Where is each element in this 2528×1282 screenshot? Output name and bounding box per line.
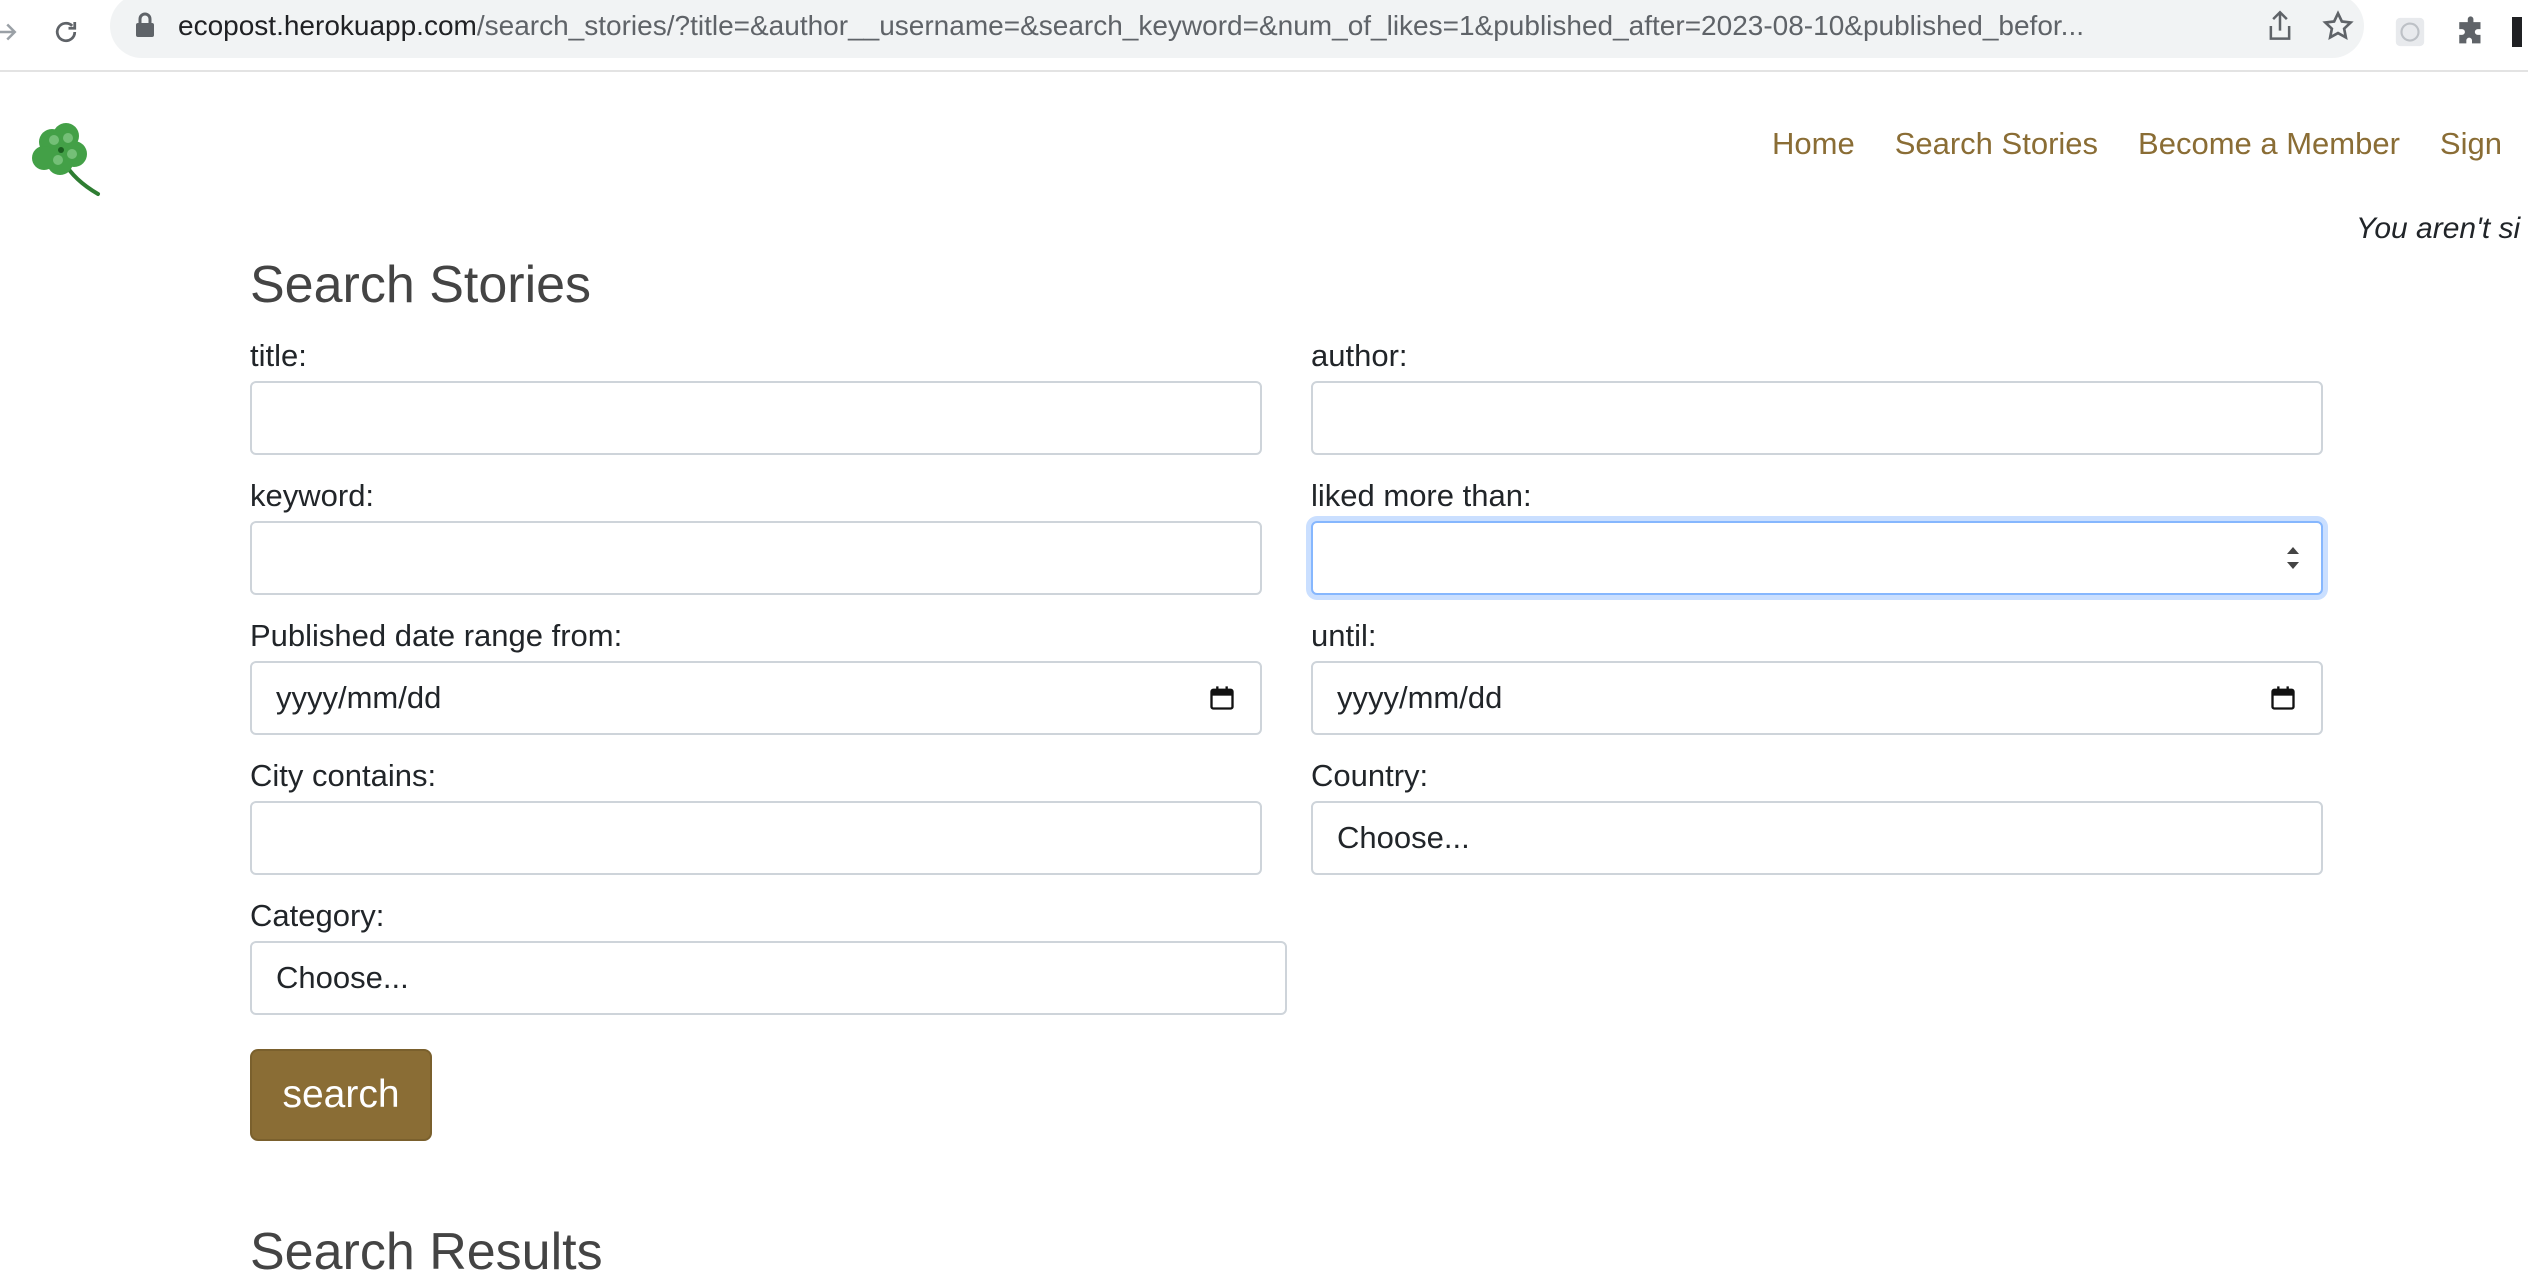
url-text[interactable]: ecopost.herokuapp.com/search_stories/?ti… <box>178 0 2258 58</box>
likes-label: liked more than: <box>1311 478 1532 513</box>
main-nav: Home Search Stories Become a Member Sign <box>1772 120 2528 168</box>
author-label: author: <box>1311 338 1408 373</box>
nav-search-stories-link[interactable]: Search Stories <box>1895 120 2098 168</box>
country-select[interactable]: Choose... <box>1311 801 2323 875</box>
keyword-input[interactable] <box>250 521 1262 595</box>
forward-icon[interactable] <box>0 6 32 58</box>
category-select[interactable]: Choose... <box>250 941 1287 1015</box>
number-spinner[interactable] <box>2285 545 2301 571</box>
date-until-label: until: <box>1311 618 1377 653</box>
title-label: title: <box>250 338 307 373</box>
clover-logo-icon[interactable] <box>24 118 106 200</box>
likes-number-input[interactable] <box>1311 521 2323 595</box>
page-title: Search Stories <box>250 256 592 314</box>
spin-down-icon[interactable] <box>2285 561 2301 571</box>
lock-icon[interactable] <box>134 11 156 44</box>
extension-icon[interactable] <box>2384 6 2436 58</box>
nav-home-link[interactable]: Home <box>1772 120 1855 168</box>
results-title: Search Results <box>250 1223 603 1281</box>
date-until-input[interactable]: yyyy/mm/dd <box>1311 661 2323 735</box>
category-select-value: Choose... <box>276 960 409 995</box>
country-select-value: Choose... <box>1337 820 1470 855</box>
city-label: City contains: <box>250 758 437 793</box>
extensions-puzzle-icon[interactable] <box>2446 6 2498 58</box>
profile-icon[interactable] <box>2500 6 2528 58</box>
nav-sign-link[interactable]: Sign <box>2440 120 2502 168</box>
browser-toolbar: ecopost.herokuapp.com/search_stories/?ti… <box>0 0 2528 72</box>
keyword-label: keyword: <box>250 478 375 513</box>
country-label: Country: <box>1311 758 1429 793</box>
date-until-value: yyyy/mm/dd <box>1337 680 1503 715</box>
url-path: /search_stories/?title=&author__username… <box>476 10 2085 41</box>
category-label: Category: <box>250 898 385 933</box>
date-from-input[interactable]: yyyy/mm/dd <box>250 661 1262 735</box>
login-notice: You aren't si <box>2356 212 2521 245</box>
calendar-icon[interactable] <box>1208 684 1236 712</box>
search-button[interactable]: search <box>250 1049 432 1141</box>
city-input[interactable] <box>250 801 1262 875</box>
title-input[interactable] <box>250 381 1262 455</box>
spin-up-icon[interactable] <box>2285 545 2301 555</box>
date-from-value: yyyy/mm/dd <box>276 680 442 715</box>
nav-become-member-link[interactable]: Become a Member <box>2138 120 2400 168</box>
calendar-icon[interactable] <box>2269 684 2297 712</box>
address-bar[interactable]: ecopost.herokuapp.com/search_stories/?ti… <box>110 0 2364 58</box>
date-from-label: Published date range from: <box>250 618 623 653</box>
url-host: ecopost.herokuapp.com <box>178 10 477 41</box>
reload-icon[interactable] <box>40 6 92 58</box>
author-input[interactable] <box>1311 381 2323 455</box>
bookmark-star-icon[interactable] <box>2318 6 2358 46</box>
share-icon[interactable] <box>2260 6 2300 46</box>
